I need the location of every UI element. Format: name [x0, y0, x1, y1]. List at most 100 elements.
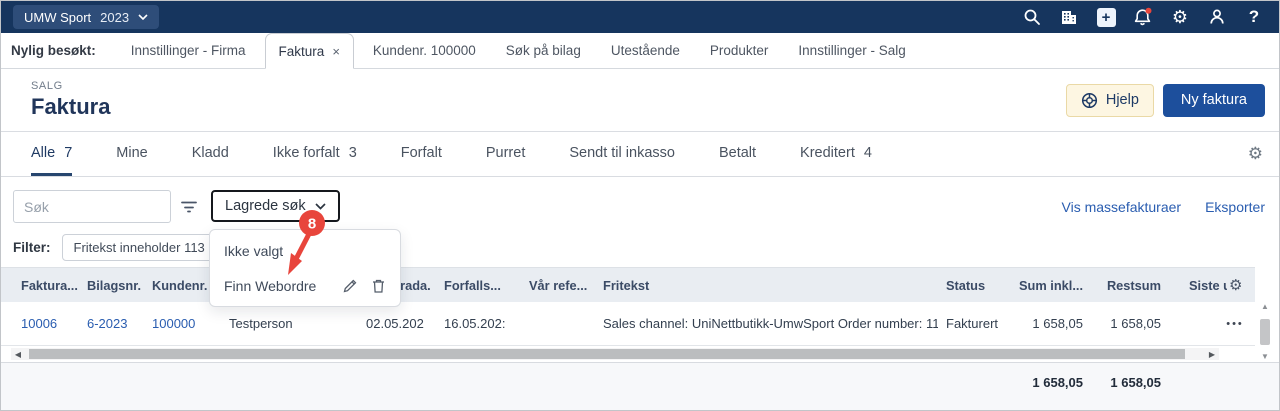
col-fakturanr[interactable]: Faktura...: [21, 268, 83, 302]
close-icon[interactable]: ×: [332, 44, 340, 59]
recent-tab-kundenr[interactable]: Kundenr. 100000: [358, 33, 491, 68]
toolbar-links: Vis massefakturaer Eksporter: [1062, 190, 1266, 223]
edit-icon[interactable]: [342, 278, 358, 294]
col-forfallsdato[interactable]: Forfalls...: [444, 268, 514, 302]
toolbar: Lagrede søk Vis massefakturaer Eksporter: [1, 177, 1279, 227]
tab-sendt-til-inkasso[interactable]: Sendt til inkasso: [569, 132, 675, 176]
filter-row: Filter: Fritekst inneholder 113 ×: [1, 227, 1279, 263]
company-name: UMW Sport: [24, 10, 91, 25]
tab-kladd[interactable]: Kladd: [192, 132, 229, 176]
hscroll-track[interactable]: ◀ ▶: [11, 348, 1219, 360]
menu-item-ikke-valgt[interactable]: Ikke valgt: [210, 233, 400, 268]
plus-glyph: +: [1097, 8, 1116, 27]
mass-invoices-link[interactable]: Vis massefakturaer: [1062, 199, 1182, 215]
export-link[interactable]: Eksporter: [1205, 199, 1265, 215]
tabs-settings-gear-icon[interactable]: ⚙: [1248, 132, 1263, 176]
tab-alle[interactable]: Alle7: [31, 132, 72, 176]
new-invoice-button[interactable]: Ny faktura: [1163, 84, 1265, 117]
recent-tab-innstillinger-salg[interactable]: Innstillinger - Salg: [783, 33, 920, 68]
page-title: Faktura: [31, 94, 110, 120]
cell-fritekst: Sales channel: UniNettbutikk-UmwSport Or…: [603, 302, 938, 345]
cell-fakturadato: 02.05.202: [366, 302, 430, 345]
cell-kundenavn: Testperson-nc: [229, 302, 293, 345]
page-header: SALG Faktura Hjelp Ny faktura: [1, 69, 1279, 132]
recent-tab-produkter[interactable]: Produkter: [695, 33, 784, 68]
help-button[interactable]: Hjelp: [1066, 84, 1154, 117]
topbar-icons: + ⚙ ?: [1021, 6, 1265, 28]
chevron-down-icon: [315, 203, 326, 210]
saved-search-menu: Ikke valgt Finn Webordre: [209, 229, 401, 307]
filter-icon[interactable]: [179, 190, 199, 223]
col-siste-utsendelse[interactable]: Siste u: [1189, 268, 1227, 302]
scroll-up-icon[interactable]: ▲: [1261, 303, 1269, 311]
chevron-down-icon: [138, 14, 148, 20]
total-restsum: 1 658,05: [1093, 375, 1161, 390]
recent-tab-faktura-active[interactable]: Faktura ×: [265, 33, 354, 69]
col-kundenr[interactable]: Kundenr.: [152, 268, 208, 302]
tab-purret[interactable]: Purret: [486, 132, 526, 176]
table-header-row: Faktura... Bilagsnr. Kundenr. Kundenavn …: [1, 267, 1255, 302]
col-fritekst[interactable]: Fritekst: [603, 268, 938, 302]
search-input[interactable]: [13, 190, 171, 223]
search-icon[interactable]: [1021, 6, 1043, 28]
cell-restsum: 1 658,05: [1093, 302, 1161, 345]
company-icon[interactable]: [1058, 6, 1080, 28]
tab-kreditert[interactable]: Kreditert4: [800, 132, 872, 176]
notification-dot: [1146, 8, 1152, 14]
status-tabs: Alle7 Mine Kladd Ikke forfalt3 Forfalt P…: [1, 132, 1279, 177]
horizontal-scrollbar: ◀ ▶: [1, 346, 1255, 362]
add-icon[interactable]: +: [1095, 6, 1117, 28]
invoice-table: Faktura... Bilagsnr. Kundenr. Kundenavn …: [1, 263, 1279, 410]
help-icon[interactable]: ?: [1243, 6, 1265, 28]
cell-fakturanr-link[interactable]: 10006: [21, 302, 83, 345]
recent-tab-sok-pa-bilag[interactable]: Søk på bilag: [491, 33, 596, 68]
cell-var-referanse: [529, 302, 591, 345]
saved-search-dropdown-button[interactable]: Lagrede søk: [211, 190, 340, 222]
delete-icon[interactable]: [371, 278, 386, 294]
breadcrumb: SALG: [31, 80, 110, 92]
filter-label: Filter:: [13, 240, 51, 255]
scroll-down-icon[interactable]: ▼: [1261, 353, 1269, 361]
company-selector[interactable]: UMW Sport 2023: [13, 5, 159, 29]
settings-icon[interactable]: ⚙: [1169, 6, 1191, 28]
help-button-label: Hjelp: [1106, 92, 1139, 108]
column-settings-gear-icon[interactable]: ⚙: [1229, 268, 1242, 302]
recent-tabs-bar: Nylig besøkt: Innstillinger - Firma Fakt…: [1, 33, 1279, 69]
total-sum-inkl: 1 658,05: [1001, 375, 1083, 390]
menu-item-finn-webordre[interactable]: Finn Webordre: [210, 268, 400, 303]
col-bilagsnr[interactable]: Bilagsnr.: [87, 268, 149, 302]
col-restsum[interactable]: Restsum: [1093, 268, 1161, 302]
vscroll-thumb[interactable]: [1260, 319, 1270, 345]
cell-bilagsnr-link[interactable]: 6-2023: [87, 302, 149, 345]
tab-forfalt[interactable]: Forfalt: [401, 132, 442, 176]
tab-count: 3: [349, 145, 357, 161]
user-icon[interactable]: [1206, 6, 1228, 28]
scroll-right-icon[interactable]: ▶: [1205, 348, 1219, 360]
row-actions-menu-icon[interactable]: •••: [1213, 302, 1257, 345]
tab-mine[interactable]: Mine: [116, 132, 147, 176]
saved-search-label: Lagrede søk: [225, 198, 306, 214]
filter-chip-label: Fritekst inneholder 113: [74, 240, 205, 255]
cell-kundenr-link[interactable]: 100000: [152, 302, 208, 345]
recent-label: Nylig besøkt:: [11, 33, 96, 68]
lifebuoy-icon: [1081, 92, 1098, 109]
topbar: UMW Sport 2023 + ⚙ ?: [1, 1, 1279, 33]
hscroll-thumb[interactable]: [29, 349, 1185, 359]
tab-ikke-forfalt[interactable]: Ikke forfalt3: [273, 132, 357, 176]
header-actions: Hjelp Ny faktura: [1066, 84, 1265, 117]
notifications-icon[interactable]: [1132, 6, 1154, 28]
table-row[interactable]: 10006 6-2023 100000 Testperson-nc 02.05.…: [1, 302, 1255, 346]
totals-row: 1 658,05 1 658,05: [1, 362, 1279, 410]
recent-tab-label: Faktura: [279, 44, 325, 59]
tab-count: 7: [64, 145, 72, 161]
cell-forfallsdato: 16.05.202:: [444, 302, 514, 345]
col-sum-inkl[interactable]: Sum inkl...: [1001, 268, 1083, 302]
scroll-left-icon[interactable]: ◀: [11, 348, 25, 360]
app-window: UMW Sport 2023 + ⚙ ?: [0, 0, 1280, 411]
col-var-referanse[interactable]: Vår refe...: [529, 268, 591, 302]
recent-tab-innstillinger-firma[interactable]: Innstillinger - Firma: [116, 33, 261, 68]
tab-betalt[interactable]: Betalt: [719, 132, 756, 176]
title-block: SALG Faktura: [31, 80, 110, 120]
cell-sum-inkl: 1 658,05: [1001, 302, 1083, 345]
recent-tab-utestaende[interactable]: Utestående: [596, 33, 695, 68]
